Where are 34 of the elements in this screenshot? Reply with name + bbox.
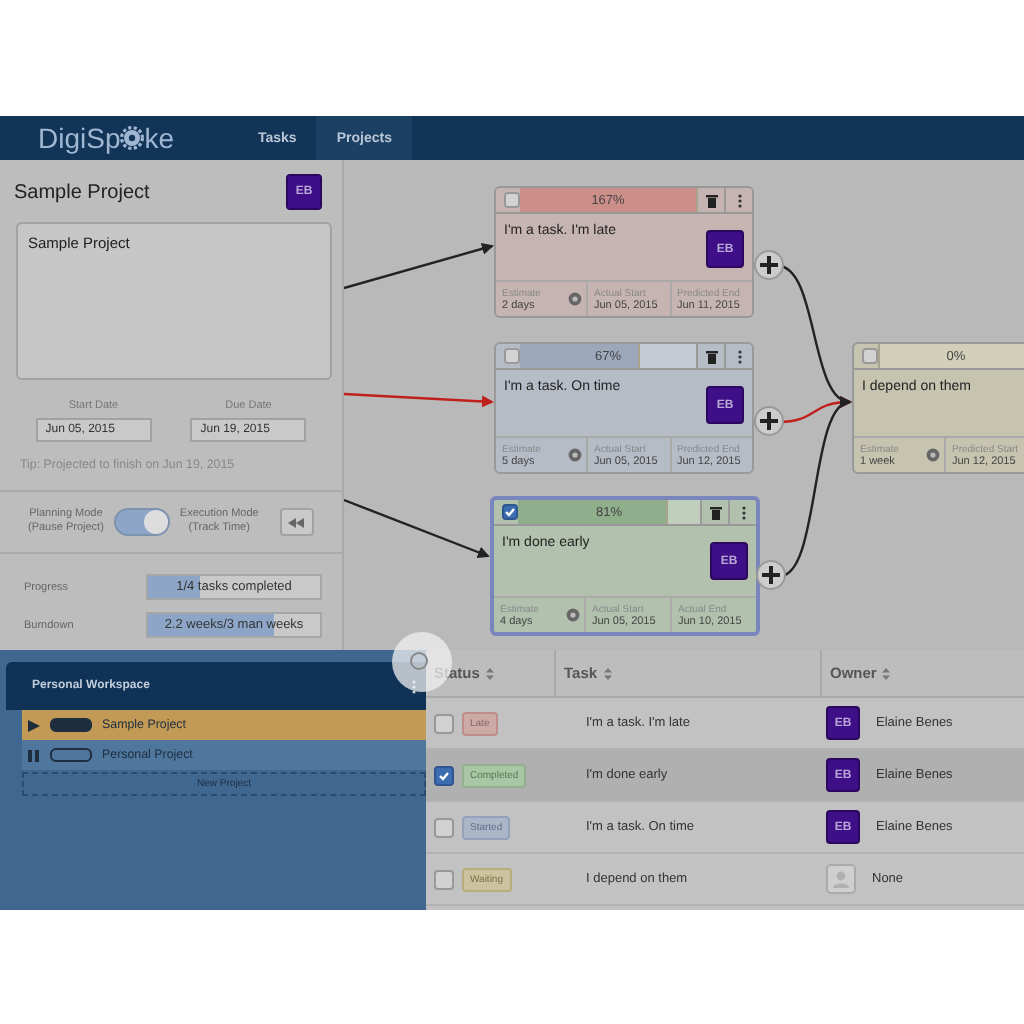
checkbox[interactable]: [504, 348, 520, 364]
checkbox[interactable]: [504, 192, 520, 208]
logo-text: ke: [144, 122, 175, 154]
plus-icon: [762, 566, 780, 584]
trash-icon: [709, 505, 721, 519]
add-button[interactable]: [754, 406, 784, 436]
rewind-button[interactable]: [280, 508, 315, 536]
add-button[interactable]: [754, 250, 784, 280]
person-icon: [826, 864, 856, 894]
plus-icon: [760, 412, 778, 430]
project-title: Sample Project: [14, 181, 150, 203]
checkbox[interactable]: [434, 817, 454, 837]
delete-button[interactable]: [696, 344, 724, 368]
logo-text: DigiSp: [38, 122, 121, 154]
checkbox[interactable]: [434, 765, 454, 785]
mode-toggle[interactable]: [113, 508, 170, 536]
sort-icon[interactable]: [485, 667, 494, 679]
checkbox[interactable]: [862, 348, 878, 364]
pause-icon: [28, 749, 40, 761]
add-button[interactable]: [756, 560, 786, 590]
sort-icon[interactable]: [882, 667, 891, 679]
plus-icon: [760, 256, 778, 274]
hotspot-icon[interactable]: [410, 652, 428, 670]
check-icon: [504, 506, 516, 518]
trash-icon: [705, 193, 717, 207]
delete-button[interactable]: [700, 500, 728, 524]
checkbox[interactable]: [434, 713, 454, 733]
checkbox[interactable]: [434, 869, 454, 889]
sort-icon[interactable]: [603, 667, 612, 679]
trash-icon: [705, 349, 717, 363]
rewind-icon: [288, 517, 307, 527]
checkbox[interactable]: [502, 504, 518, 520]
check-icon: [438, 769, 450, 781]
play-icon: [28, 719, 40, 731]
